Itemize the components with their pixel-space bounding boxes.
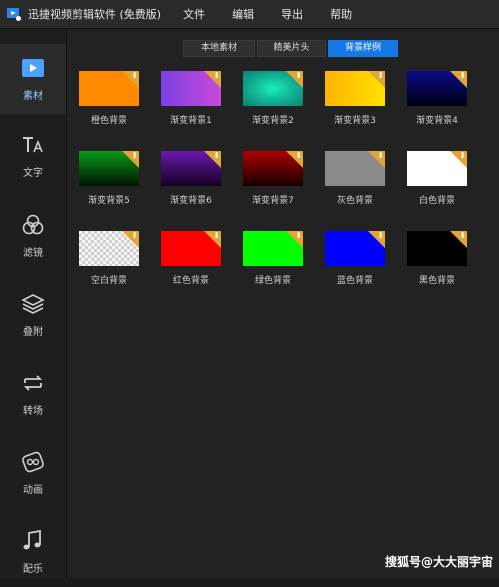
sidebar-item-text[interactable]: 文字 [0, 121, 66, 191]
music-icon [20, 529, 46, 553]
sidebar-item-animation[interactable]: 动画 [0, 438, 66, 508]
background-tile[interactable]: ⬇ 白色背景 [407, 151, 467, 209]
background-label: 渐变背景6 [170, 196, 212, 206]
background-tile[interactable]: ⬇ 红色背景 [161, 231, 221, 289]
background-tile[interactable]: ⬇ 渐变背景1 [161, 71, 221, 129]
background-label: 蓝色背景 [336, 276, 373, 286]
sidebar-item-label: 素材 [23, 91, 43, 102]
background-label: 灰色背景 [336, 196, 373, 206]
sidebar-item-filter[interactable]: 滤镜 [0, 201, 66, 271]
download-icon: ⬇ [459, 231, 466, 240]
download-icon: ⬇ [213, 71, 220, 80]
background-tile[interactable]: ⬇ 灰色背景 [325, 151, 385, 209]
background-label: 渐变背景3 [334, 116, 376, 126]
menu-export[interactable]: 导出 [281, 6, 303, 22]
background-thumbnail: ⬇ [325, 71, 385, 106]
download-icon: ⬇ [131, 71, 138, 80]
sidebar-item-music[interactable]: 配乐 [0, 517, 66, 587]
title-bar: 迅捷视频剪辑软件 (免费版) 文件 编辑 导出 帮助 [0, 0, 499, 29]
tab-intros[interactable]: 精美片头 [257, 40, 326, 57]
download-icon: ⬇ [295, 231, 302, 240]
background-label: 红色背景 [172, 276, 209, 286]
background-thumbnail: ⬇ [79, 71, 139, 106]
tab-local-media[interactable]: 本地素材 [183, 40, 255, 57]
background-tile[interactable]: ⬇ 黑色背景 [407, 231, 467, 289]
background-thumbnail: ⬇ [161, 231, 221, 266]
download-icon: ⬇ [377, 231, 384, 240]
sidebar-item-media[interactable]: 素材 [0, 44, 66, 114]
download-icon: ⬇ [459, 151, 466, 160]
sidebar-item-label: 动画 [23, 485, 43, 496]
background-tile[interactable]: ⬇ 渐变背景6 [161, 151, 221, 209]
background-thumbnail: ⬇ [161, 151, 221, 186]
tab-background-samples[interactable]: 背景样例 [328, 40, 398, 57]
sidebar-item-overlay[interactable]: 叠附 [0, 280, 66, 350]
background-tile[interactable]: ⬇ 橙色背景 [79, 71, 139, 129]
background-label: 渐变背景7 [252, 196, 294, 206]
background-label: 渐变背景2 [252, 116, 294, 126]
download-icon: ⬇ [377, 71, 384, 80]
sidebar: 素材 文字 滤镜 叠附 转场 动画 配乐 [0, 29, 67, 578]
media-icon [20, 56, 46, 80]
download-icon: ⬇ [295, 151, 302, 160]
filter-icon [20, 213, 46, 237]
background-tile[interactable]: ⬇ 渐变背景5 [79, 151, 139, 209]
download-icon: ⬇ [459, 71, 466, 80]
background-tile[interactable]: ⬇ 渐变背景7 [243, 151, 303, 209]
sidebar-item-label: 滤镜 [23, 248, 43, 259]
background-thumbnail: ⬇ [243, 71, 303, 106]
download-icon: ⬇ [213, 151, 220, 160]
background-thumbnail: ⬇ [407, 151, 467, 186]
download-icon: ⬇ [213, 231, 220, 240]
download-icon: ⬇ [377, 151, 384, 160]
background-label: 渐变背景1 [170, 116, 212, 126]
menu-help[interactable]: 帮助 [330, 6, 352, 22]
background-label: 渐变背景4 [416, 116, 458, 126]
background-tile[interactable]: ⬇ 渐变背景3 [325, 71, 385, 129]
overlay-icon [20, 292, 46, 316]
background-thumbnail: ⬇ [243, 151, 303, 186]
sidebar-item-label: 配乐 [23, 564, 43, 575]
background-label: 黑色背景 [418, 276, 455, 286]
menu-edit[interactable]: 编辑 [232, 6, 254, 22]
background-tile[interactable]: ⬇ 渐变背景4 [407, 71, 467, 129]
sidebar-item-label: 叠附 [23, 327, 43, 338]
download-icon: ⬇ [131, 151, 138, 160]
menu-bar: 文件 编辑 导出 帮助 [183, 6, 379, 22]
tab-bar: 本地素材 精美片头 背景样例 [183, 40, 400, 57]
text-icon [20, 133, 46, 157]
download-icon: ⬇ [131, 231, 138, 240]
app-title: 迅捷视频剪辑软件 (免费版) [28, 8, 162, 21]
background-thumbnail: ⬇ [325, 231, 385, 266]
app-logo-icon [6, 6, 22, 22]
background-tile[interactable]: ⬇ 绿色背景 [243, 231, 303, 289]
background-label: 绿色背景 [254, 276, 291, 286]
watermark: 搜狐号@大大丽宇宙 [384, 555, 493, 569]
content-panel: 本地素材 精美片头 背景样例 ⬇ 橙色背景 ⬇ 渐变背景1 ⬇ 渐变背景2 ⬇ 渐变背景3 ⬇ 渐… [67, 29, 499, 578]
transition-icon [20, 371, 46, 395]
background-tile[interactable]: ⬇ 空白背景 [79, 231, 139, 289]
background-thumbnail: ⬇ [325, 151, 385, 186]
background-thumbnail: ⬇ [407, 231, 467, 266]
background-thumbnail: ⬇ [79, 151, 139, 186]
background-label: 白色背景 [418, 196, 455, 206]
background-label: 橙色背景 [90, 116, 127, 126]
background-label: 空白背景 [90, 276, 127, 286]
sidebar-item-label: 转场 [23, 406, 43, 417]
background-tile[interactable]: ⬇ 蓝色背景 [325, 231, 385, 289]
download-icon: ⬇ [295, 71, 302, 80]
sidebar-item-label: 文字 [23, 168, 43, 179]
background-label: 渐变背景5 [88, 196, 130, 206]
sidebar-item-transition[interactable]: 转场 [0, 359, 66, 429]
background-thumbnail: ⬇ [407, 71, 467, 106]
animation-icon [20, 450, 46, 474]
menu-file[interactable]: 文件 [183, 6, 205, 22]
background-thumbnail: ⬇ [79, 231, 139, 266]
background-thumbnail: ⬇ [243, 231, 303, 266]
background-tile[interactable]: ⬇ 渐变背景2 [243, 71, 303, 129]
background-thumbnail: ⬇ [161, 71, 221, 106]
